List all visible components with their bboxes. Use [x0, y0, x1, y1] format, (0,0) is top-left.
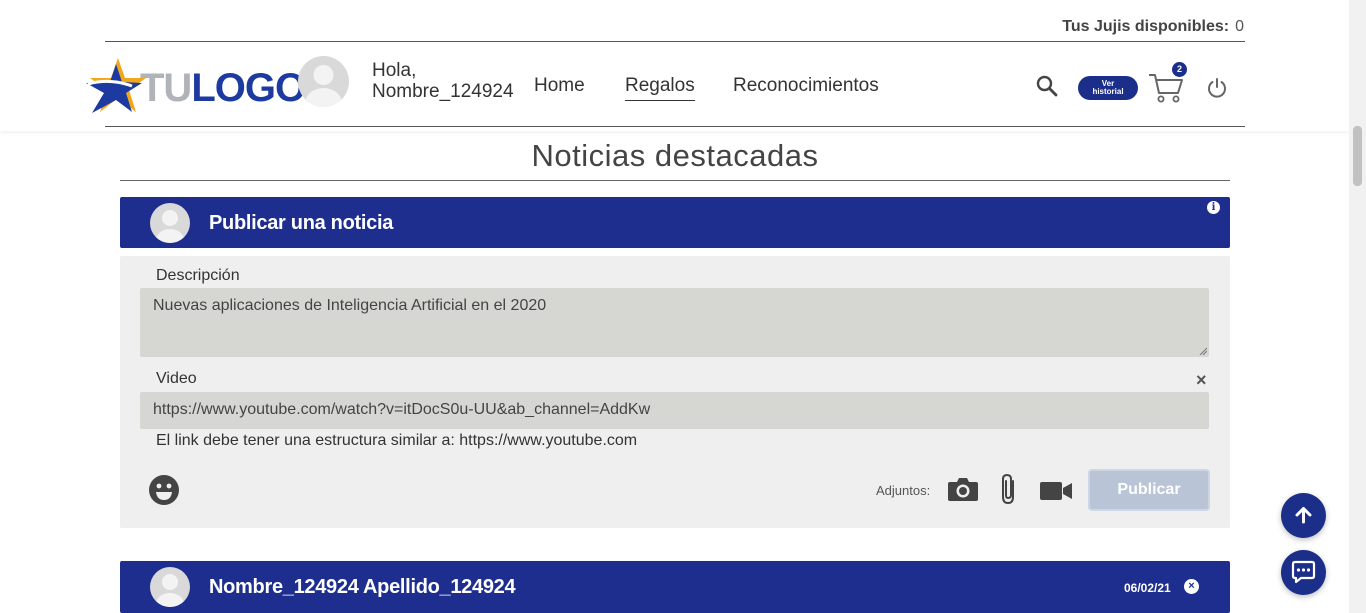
post-header: Nombre_124924 Apellido_124924 06/02/21 × [120, 561, 1230, 613]
remove-video-icon[interactable]: × [1196, 370, 1207, 391]
description-label: Descripción [156, 267, 240, 284]
post-date: 06/02/21 [1124, 581, 1171, 595]
video-url-input[interactable]: https://www.youtube.com/watch?v=itDocS0u… [140, 392, 1209, 429]
cart-count-badge: 2 [1172, 62, 1187, 77]
nav-home[interactable]: Home [534, 75, 585, 97]
publish-panel-body: Descripción Nuevas aplicaciones de Intel… [120, 256, 1230, 528]
user-avatar[interactable] [298, 56, 349, 107]
page-title: Noticias destacadas [531, 138, 819, 173]
publish-panel-title: Publicar una noticia [209, 212, 394, 234]
paperclip-icon[interactable] [998, 473, 1020, 505]
search-icon[interactable] [1036, 75, 1058, 97]
video-hint: El link debe tener una estructura simila… [156, 432, 638, 449]
star-icon [86, 58, 146, 113]
chat-bubble-icon [1291, 560, 1316, 584]
greeting-user-name: Nombre_124924 [372, 81, 514, 102]
post-author-avatar[interactable] [150, 567, 190, 607]
ver-historial-button[interactable]: Ver historial [1078, 76, 1138, 100]
page-scrollbar[interactable] [1349, 0, 1366, 613]
user-silhouette-icon [156, 210, 184, 243]
scrollbar-thumb[interactable] [1353, 126, 1362, 186]
power-icon[interactable] [1206, 77, 1228, 99]
user-greeting: Hola, Nombre_124924 [372, 60, 514, 102]
ver-historial-line2: historial [1092, 87, 1124, 96]
publish-panel-header: Publicar una noticia i [120, 197, 1230, 248]
jujis-label: Tus Jujis disponibles: [1062, 18, 1230, 35]
header-divider-bottom [105, 126, 1245, 127]
description-value: Nuevas aplicaciones de Inteligencia Arti… [153, 297, 547, 314]
chat-button[interactable] [1281, 550, 1326, 595]
greeting-line1: Hola, [372, 60, 417, 81]
title-divider [120, 180, 1230, 181]
scroll-top-button[interactable] [1281, 493, 1326, 538]
video-label: Video [156, 370, 197, 387]
site-logo[interactable]: TULOGO [86, 56, 306, 116]
camera-icon[interactable] [947, 476, 979, 502]
user-silhouette-icon [156, 574, 184, 607]
page: Tus Jujis disponibles: 0 TULOGO Hola, Nom… [0, 0, 1366, 613]
info-icon[interactable]: i [1207, 201, 1220, 214]
post-close-icon[interactable]: × [1184, 579, 1199, 594]
nav-regalos[interactable]: Regalos [625, 75, 695, 101]
jujis-value: 0 [1235, 18, 1244, 35]
user-silhouette-icon [305, 65, 342, 107]
attachments-label: Adjuntos: [876, 483, 931, 498]
emoji-icon[interactable] [148, 474, 180, 506]
video-url-value: https://www.youtube.com/watch?v=itDocS0u… [153, 401, 651, 418]
arrow-up-icon [1295, 507, 1312, 524]
jujis-balance: Tus Jujis disponibles: 0 [1062, 18, 1244, 36]
nav-reconocimientos[interactable]: Reconocimientos [733, 75, 879, 97]
publish-avatar [150, 203, 190, 243]
logo-text: TULOGO [140, 66, 306, 110]
publicar-button[interactable]: Publicar [1088, 469, 1210, 511]
header-divider-top [105, 41, 1245, 42]
resize-grip-icon[interactable] [1199, 347, 1207, 355]
site-header: Tus Jujis disponibles: 0 TULOGO Hola, Nom… [0, 0, 1349, 131]
post-author-name[interactable]: Nombre_124924 Apellido_124924 [209, 576, 516, 599]
video-camera-icon[interactable] [1039, 480, 1073, 502]
description-textarea[interactable]: Nuevas aplicaciones de Inteligencia Arti… [140, 288, 1209, 357]
